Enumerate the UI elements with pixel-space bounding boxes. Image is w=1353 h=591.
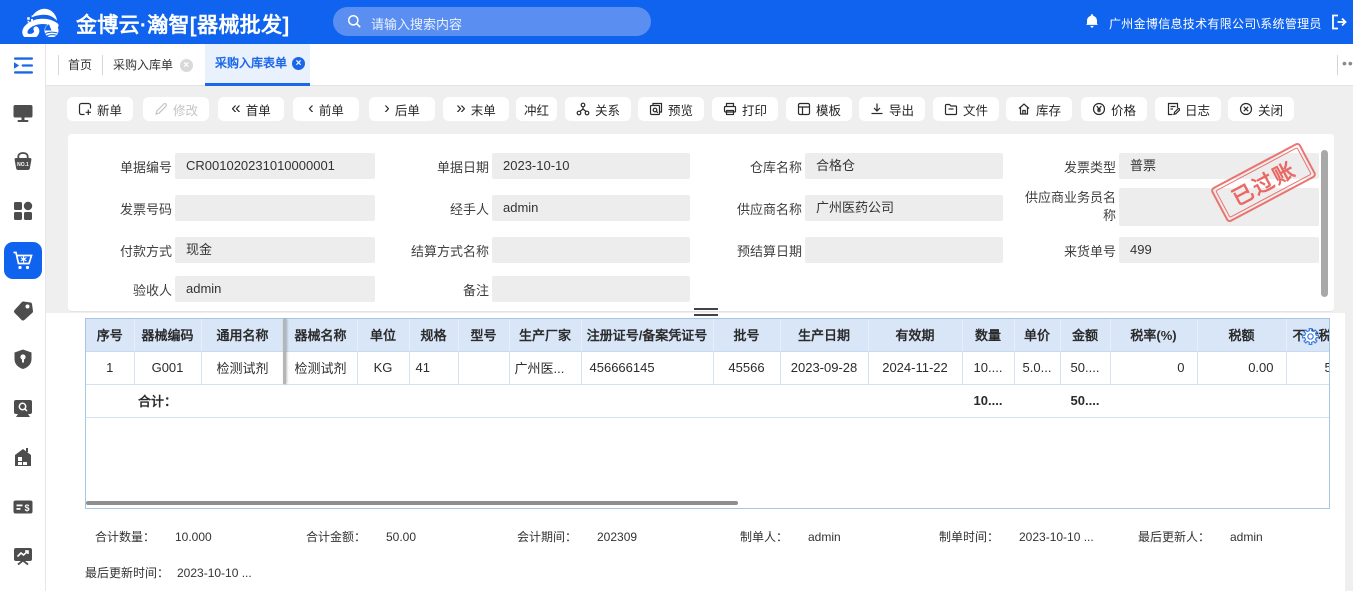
svg-text:NO.1: NO.1 (17, 162, 29, 168)
svg-text:$: $ (24, 503, 29, 513)
